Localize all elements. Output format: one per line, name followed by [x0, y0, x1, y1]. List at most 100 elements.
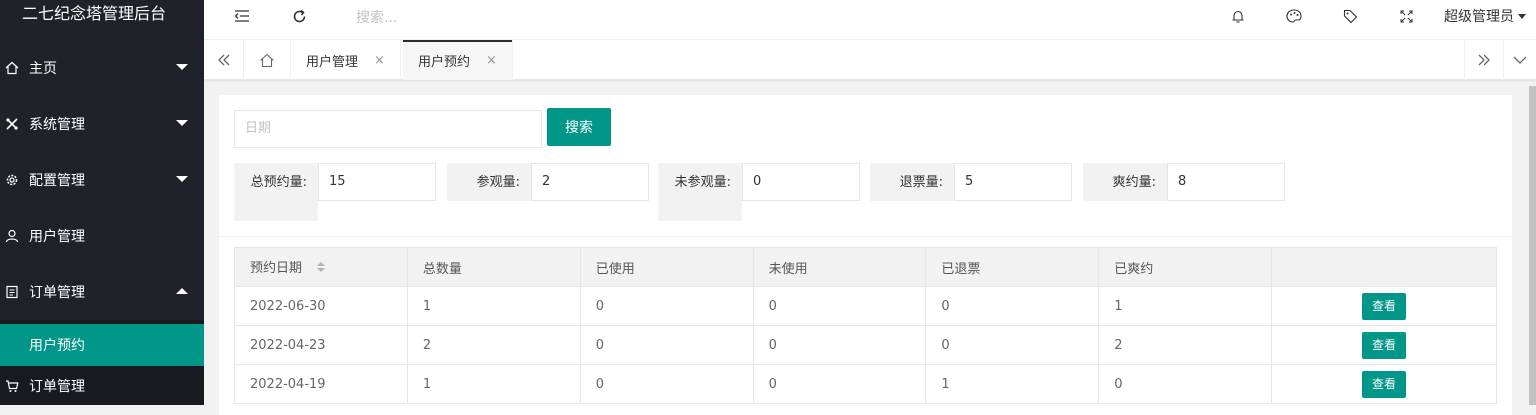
fullscreen-icon[interactable]	[1396, 0, 1416, 32]
column-header-no-show: 已爽约	[1098, 247, 1273, 287]
table-row: 2022-04-19 1 0 0 1 0 查看	[234, 364, 1497, 404]
bell-icon[interactable]	[1228, 0, 1248, 32]
sidebar-item-users[interactable]: 用户管理	[0, 208, 204, 264]
column-header-date[interactable]: 预约日期	[234, 247, 408, 287]
top-header: 搜索... 超级管理员	[204, 0, 1536, 40]
sidebar-item-label: 订单管理	[29, 285, 85, 301]
tab-user-management[interactable]: 用户管理 ×	[291, 40, 401, 80]
tab-user-booking[interactable]: 用户预约 ×	[403, 40, 513, 80]
divider	[219, 236, 1512, 237]
cell-refunded: 0	[925, 286, 1100, 326]
order-icon	[5, 285, 19, 299]
cell-refunded: 0	[925, 325, 1100, 365]
stat-value-field[interactable]: 0	[742, 163, 860, 201]
cart-icon	[5, 379, 19, 393]
gear-icon	[5, 173, 19, 187]
chevron-up-icon	[176, 288, 188, 294]
content-card: 日期 搜索 总预约量: 15 参观量: 2 未参观量: 0 退票量: 5 爽约量…	[219, 95, 1512, 415]
booking-table: 预约日期 总数量 已使用 未使用 已退票 已爽约 2022-06-30 1 0 …	[234, 247, 1497, 404]
cell-date: 2022-06-30	[234, 286, 408, 326]
caret-down-icon	[1518, 13, 1526, 19]
column-header-unused: 未使用	[752, 247, 927, 287]
cell-actions: 查看	[1271, 286, 1497, 326]
table-header-row: 预约日期 总数量 已使用 未使用 已退票 已爽约	[234, 247, 1497, 287]
view-button[interactable]: 查看	[1362, 292, 1407, 320]
cell-no-show: 1	[1098, 286, 1273, 326]
column-header-actions	[1271, 247, 1497, 287]
tabs-scroll-right-icon[interactable]	[1464, 40, 1504, 80]
sidebar-item-label: 主页	[29, 61, 57, 77]
sidebar-item-label: 配置管理	[29, 173, 85, 189]
cell-used: 0	[579, 325, 754, 365]
table-row: 2022-04-23 2 0 0 0 2 查看	[234, 325, 1497, 365]
tools-icon	[5, 117, 19, 131]
stat-no-shows: 爽约量: 8	[1083, 163, 1285, 201]
date-input[interactable]: 日期	[234, 110, 542, 148]
sidebar-subitem-order-management[interactable]: 订单管理	[0, 366, 204, 405]
stat-value-field[interactable]: 5	[954, 163, 1072, 201]
stat-value-field[interactable]: 8	[1167, 163, 1285, 201]
sort-icon[interactable]	[316, 261, 326, 277]
cell-date: 2022-04-23	[234, 325, 408, 365]
chevron-down-icon	[176, 64, 188, 70]
sidebar: 二七纪念塔管理后台 主页 系统管理 配置管理 用户管理 订单管理 用户预约 订单…	[0, 0, 204, 405]
cell-unused: 0	[752, 286, 927, 326]
stat-label: 参观量:	[447, 163, 531, 201]
cell-no-show: 2	[1098, 325, 1273, 365]
close-icon[interactable]: ×	[486, 53, 497, 68]
sidebar-subitem-label: 订单管理	[29, 378, 85, 395]
tab-label: 用户预约	[418, 54, 471, 70]
column-header-refunded: 已退票	[925, 247, 1100, 287]
sidebar-subitem-user-booking[interactable]: 用户预约	[0, 324, 204, 366]
cell-used: 0	[579, 286, 754, 326]
stat-value-field[interactable]: 2	[531, 163, 649, 201]
cell-unused: 0	[752, 325, 927, 365]
stat-value-field[interactable]: 15	[318, 163, 436, 201]
cell-actions: 查看	[1271, 325, 1497, 365]
close-icon[interactable]: ×	[374, 53, 385, 68]
user-name: 超级管理员	[1444, 9, 1514, 25]
tabs-menu-chevron-down-icon[interactable]	[1504, 40, 1536, 80]
cell-total: 1	[406, 286, 581, 326]
stat-label: 爽约量:	[1083, 163, 1167, 201]
cell-refunded: 1	[925, 364, 1100, 404]
sidebar-item-label: 用户管理	[29, 229, 85, 245]
stat-label: 总预约量:	[234, 163, 318, 221]
chevron-down-icon	[176, 176, 188, 182]
stat-visits: 参观量: 2	[447, 163, 649, 201]
tabs-scroll-left-icon[interactable]	[204, 40, 244, 80]
cell-total: 1	[406, 364, 581, 404]
home-icon	[5, 61, 19, 75]
cell-date: 2022-04-19	[234, 364, 408, 404]
chevron-down-icon	[176, 120, 188, 126]
cell-total: 2	[406, 325, 581, 365]
sidebar-item-home[interactable]: 主页	[0, 40, 204, 96]
sidebar-item-system[interactable]: 系统管理	[0, 96, 204, 152]
stat-label: 退票量:	[870, 163, 954, 201]
stat-label: 未参观量:	[658, 163, 742, 221]
scrollbar-thumb[interactable]	[1529, 86, 1536, 405]
app-logo-title: 二七纪念塔管理后台	[22, 4, 167, 23]
column-header-total: 总数量	[406, 247, 581, 287]
tab-home-icon[interactable]	[244, 40, 291, 80]
sidebar-item-orders[interactable]: 订单管理	[0, 264, 204, 320]
header-search-input[interactable]: 搜索...	[356, 7, 397, 27]
stat-not-visited: 未参观量: 0	[658, 163, 860, 221]
palette-icon[interactable]	[1284, 0, 1304, 32]
cell-no-show: 0	[1098, 364, 1273, 404]
collapse-menu-icon[interactable]	[232, 0, 252, 32]
stat-total-bookings: 总预约量: 15	[234, 163, 436, 221]
column-header-used: 已使用	[579, 247, 754, 287]
user-menu[interactable]: 超级管理员	[1444, 6, 1526, 26]
sidebar-item-config[interactable]: 配置管理	[0, 152, 204, 208]
refresh-icon[interactable]	[289, 0, 309, 32]
tabs-bar: 用户管理 × 用户预约 ×	[204, 40, 1536, 80]
page-scrollbar[interactable]	[1529, 86, 1536, 405]
table-row: 2022-06-30 1 0 0 0 1 查看	[234, 286, 1497, 326]
view-button[interactable]: 查看	[1362, 370, 1407, 398]
cell-used: 0	[579, 364, 754, 404]
tag-icon[interactable]	[1340, 0, 1360, 32]
view-button[interactable]: 查看	[1362, 331, 1407, 359]
tab-label: 用户管理	[306, 54, 359, 70]
search-button[interactable]: 搜索	[547, 108, 611, 146]
